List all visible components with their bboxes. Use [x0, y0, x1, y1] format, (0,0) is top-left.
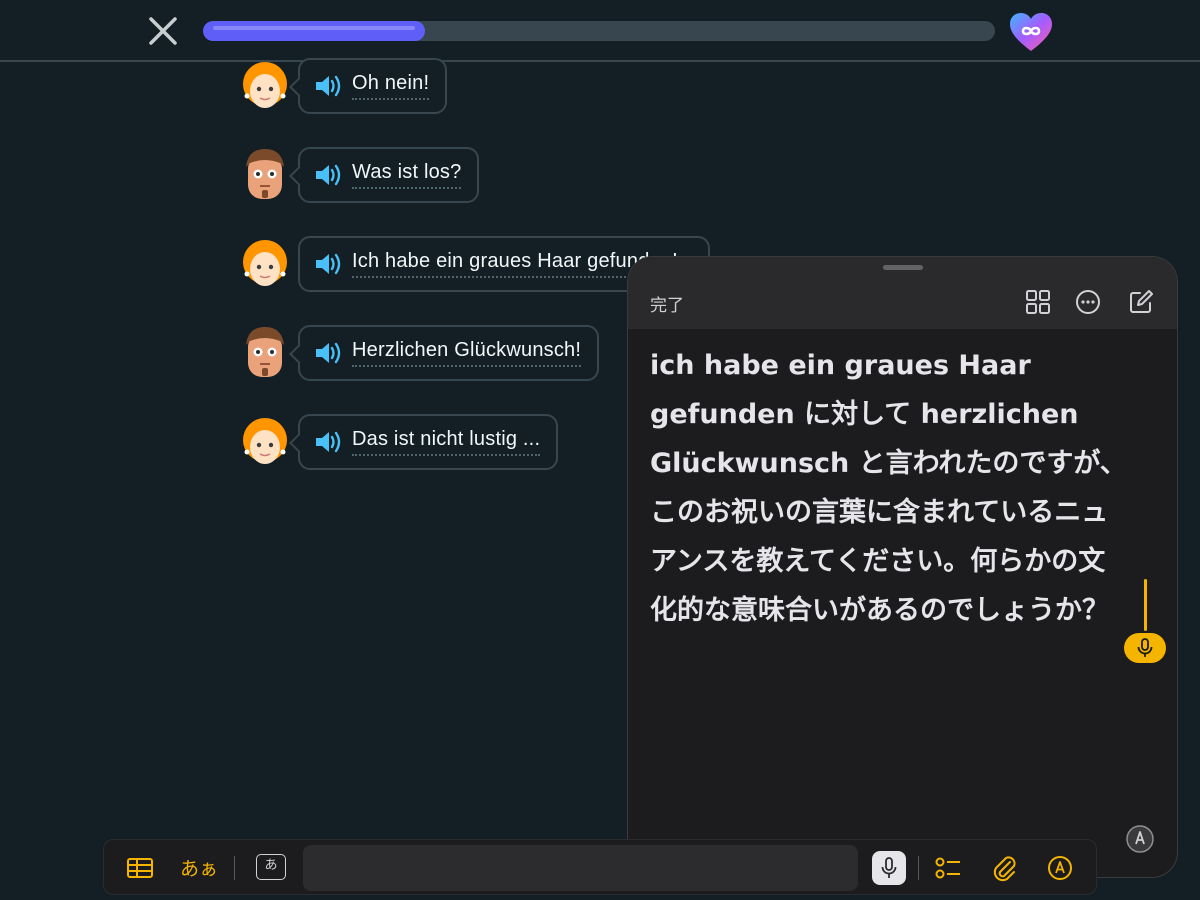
text-style-button[interactable]: あぁ	[180, 854, 218, 881]
quick-note-panel: 完了 ich habe ein graues Haar gefunden に対し…	[627, 256, 1178, 878]
woman-avatar	[243, 62, 287, 108]
toolbar-divider	[234, 856, 235, 880]
note-text-editor[interactable]: ich habe ein graues Haar gefunden に対して h…	[650, 341, 1150, 635]
note-line: アンスを教えてください。何らかの文	[650, 546, 1106, 577]
microphone-button[interactable]	[872, 851, 906, 885]
infinite-hearts-icon[interactable]	[1008, 11, 1054, 53]
notes-formatting-toolbar: あぁ あ	[103, 839, 1097, 895]
note-line: 化的な意味合いがあるのでしょうか？	[650, 595, 1109, 626]
panel-grabber[interactable]	[883, 265, 923, 270]
toolbar-divider	[918, 856, 919, 880]
toolbar-input-area[interactable]	[303, 845, 858, 891]
checklist-icon[interactable]	[934, 852, 962, 884]
speech-bubble[interactable]: Oh nein!	[298, 58, 448, 114]
message-text[interactable]: Herzlichen Glückwunsch!	[352, 339, 582, 367]
lesson-top-bar	[0, 0, 1200, 62]
table-icon[interactable]	[126, 852, 154, 884]
paperclip-icon[interactable]	[990, 852, 1018, 884]
note-line: このお祝いの言葉に含まれているニュ	[650, 497, 1109, 528]
woman-avatar	[243, 240, 287, 286]
speaker-icon[interactable]	[314, 252, 342, 276]
grid-icon[interactable]	[1025, 289, 1051, 315]
lesson-progress-fill	[203, 21, 425, 41]
more-icon[interactable]	[1075, 289, 1101, 315]
lesson-progress-bar	[203, 21, 995, 41]
text-cursor	[1144, 579, 1147, 631]
speech-bubble[interactable]: Was ist los?	[298, 147, 480, 203]
speaker-icon[interactable]	[314, 163, 342, 187]
message-text[interactable]: Was ist los?	[352, 161, 462, 189]
note-line: Glückwunsch と言われたのですが、	[650, 448, 1127, 479]
keyboard-button[interactable]: あ	[256, 854, 286, 880]
dictation-button[interactable]	[1124, 633, 1166, 663]
note-line: ich habe ein graues Haar	[650, 350, 1031, 381]
woman-avatar	[243, 418, 287, 464]
speaker-icon[interactable]	[314, 341, 342, 365]
compose-icon[interactable]	[1128, 289, 1154, 315]
man-avatar	[246, 149, 284, 199]
markup-icon[interactable]	[1125, 824, 1155, 854]
done-button[interactable]: 完了	[650, 291, 684, 316]
markup-icon[interactable]	[1046, 852, 1074, 884]
microphone-icon	[881, 857, 897, 878]
message-text[interactable]: Das ist nicht lustig ...	[352, 428, 541, 456]
note-header: 完了	[628, 257, 1177, 329]
man-avatar	[246, 327, 284, 377]
microphone-icon	[1137, 638, 1153, 657]
close-icon[interactable]	[146, 14, 180, 48]
message-text[interactable]: Oh nein!	[352, 72, 430, 100]
speech-bubble[interactable]: Herzlichen Glückwunsch!	[298, 325, 600, 381]
note-line: gefunden に対して herzlichen	[650, 399, 1079, 430]
speech-bubble[interactable]: Das ist nicht lustig ...	[298, 414, 559, 470]
speaker-icon[interactable]	[314, 430, 342, 454]
speaker-icon[interactable]	[314, 74, 342, 98]
